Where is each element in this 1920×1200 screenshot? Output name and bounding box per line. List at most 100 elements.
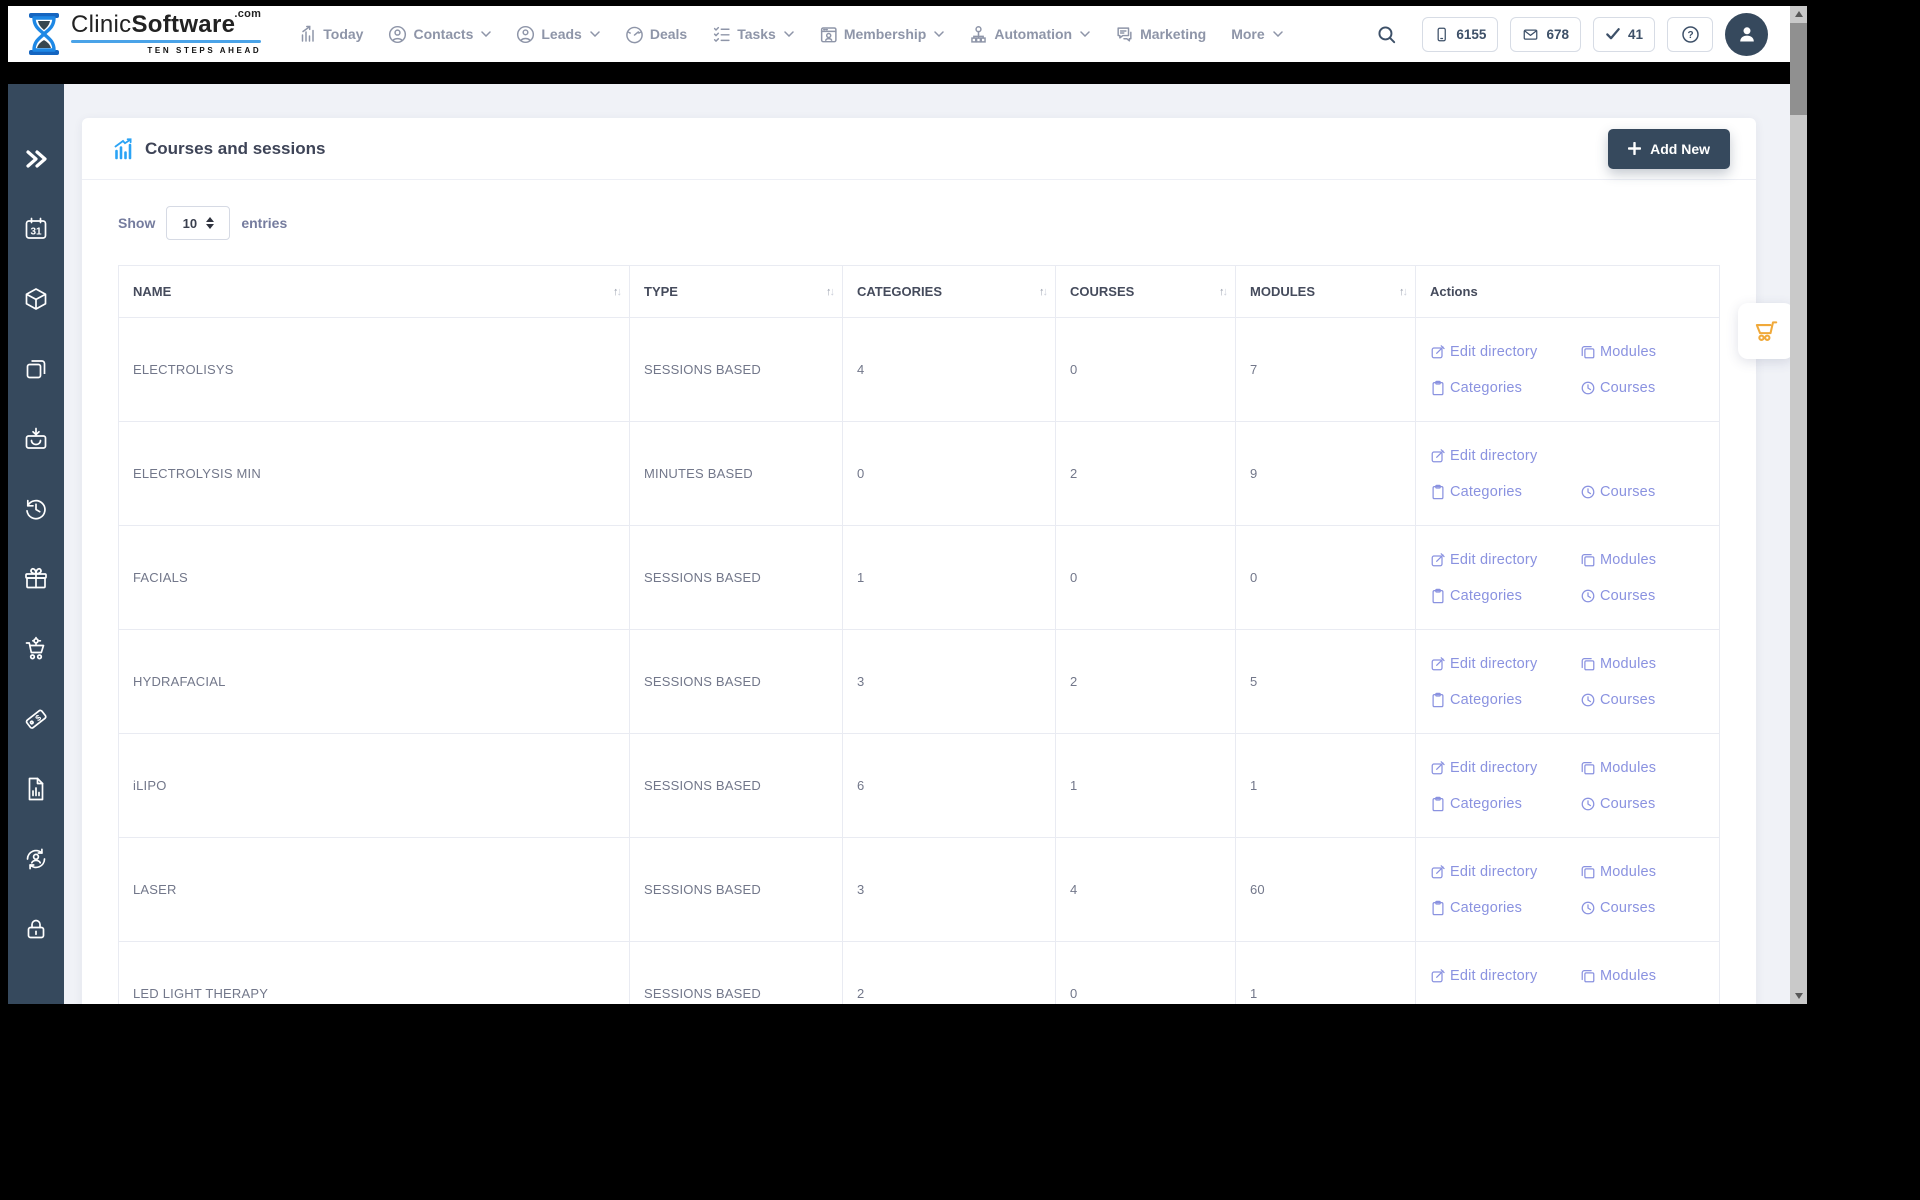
double-chevron-right-icon[interactable] — [8, 124, 64, 194]
history-icon[interactable] — [8, 474, 64, 544]
scrollbar-thumb[interactable] — [1790, 23, 1807, 115]
help-button[interactable]: ? — [1667, 16, 1713, 52]
edit-directory-link[interactable]: Edit directory — [1430, 656, 1580, 672]
edit-directory-link[interactable]: Edit directory — [1430, 760, 1580, 776]
modules-link[interactable]: Modules — [1580, 968, 1705, 984]
edit-icon — [1430, 864, 1446, 880]
nav-item-marketing[interactable]: Marketing — [1115, 25, 1206, 44]
help-icon: ? — [1681, 25, 1699, 43]
column-header-name[interactable]: NAME ↑↓ — [118, 265, 630, 318]
analytics-icon — [114, 137, 132, 159]
courses-card: Courses and sessions Add New Show 10 ent… — [82, 118, 1756, 1004]
cart-icon — [1755, 321, 1778, 341]
nav-item-today[interactable]: Today — [299, 25, 363, 43]
courses-link[interactable]: Courses — [1580, 796, 1705, 812]
edit-directory-link[interactable]: Edit directory — [1430, 448, 1580, 464]
modules-link[interactable]: Modules — [1580, 344, 1705, 360]
calls-badge[interactable]: 6155 — [1422, 16, 1499, 52]
page-size-select[interactable]: 10 — [166, 206, 231, 240]
type-cell: SESSIONS BASED — [629, 837, 843, 942]
categories-link[interactable]: Categories — [1430, 380, 1580, 396]
lock-icon[interactable] — [8, 894, 64, 964]
nav-item-tasks[interactable]: Tasks — [712, 25, 794, 44]
categories-link[interactable]: Categories — [1430, 1004, 1580, 1005]
modules-cell: 1 — [1235, 941, 1416, 1004]
courses-link[interactable]: Courses — [1580, 380, 1705, 396]
tasks-badge[interactable]: 41 — [1592, 16, 1655, 52]
categories-cell: 3 — [842, 837, 1056, 942]
add-new-button[interactable]: Add New — [1608, 128, 1730, 169]
categories-link[interactable]: Categories — [1430, 588, 1580, 604]
gift-icon[interactable] — [8, 544, 64, 614]
modules-link[interactable]: Modules — [1580, 864, 1705, 880]
nav-item-automation[interactable]: Automation — [969, 25, 1090, 44]
person-circle-icon — [517, 25, 535, 43]
modules-cell: 7 — [1235, 317, 1416, 422]
modules-cell: 9 — [1235, 421, 1416, 526]
card-body: Show 10 entries NAME ↑↓ TYPE ↑↓ CATEGORI… — [82, 180, 1756, 1004]
scroll-down-arrow-icon[interactable] — [1790, 988, 1807, 1004]
copy-icon[interactable] — [8, 334, 64, 404]
modules-link[interactable]: Modules — [1580, 552, 1705, 568]
courses-icon — [1580, 900, 1596, 916]
user-icon — [1739, 27, 1754, 42]
report-document-icon[interactable] — [8, 754, 64, 824]
edit-directory-link[interactable]: Edit directory — [1430, 968, 1580, 984]
courses-link[interactable]: Courses — [1580, 484, 1705, 500]
type-cell: SESSIONS BASED — [629, 941, 843, 1004]
search-icon[interactable] — [1377, 25, 1396, 44]
price-tag-icon[interactable]: $ — [8, 684, 64, 754]
svg-text:31: 31 — [30, 227, 42, 238]
courses-cell: 0 — [1055, 317, 1236, 422]
brand-logo[interactable]: ClinicSoftware .com TEN STEPS AHEAD — [24, 9, 262, 56]
scroll-up-arrow-icon[interactable] — [1790, 6, 1807, 22]
cube-icon[interactable] — [8, 264, 64, 334]
courses-link[interactable]: Courses — [1580, 692, 1705, 708]
modules-link[interactable]: Modules — [1580, 760, 1705, 776]
modules-cell: 5 — [1235, 629, 1416, 734]
categories-link[interactable]: Categories — [1430, 900, 1580, 916]
main-content: Courses and sessions Add New Show 10 ent… — [64, 84, 1790, 1004]
column-header-modules[interactable]: MODULES ↑↓ — [1235, 265, 1416, 318]
edit-directory-link[interactable]: Edit directory — [1430, 864, 1580, 880]
cart-gear-icon[interactable] — [8, 614, 64, 684]
vertical-scrollbar[interactable] — [1790, 6, 1807, 1004]
courses-table: NAME ↑↓ TYPE ↑↓ CATEGORIES ↑↓ COURSES ↑↓ MOD… — [118, 265, 1720, 1004]
column-header-categories[interactable]: CATEGORIES ↑↓ — [842, 265, 1056, 318]
column-header-actions: Actions — [1415, 265, 1720, 318]
name-cell: FACIALS — [118, 525, 630, 630]
categories-link[interactable]: Categories — [1430, 692, 1580, 708]
page-size-row: Show 10 entries — [118, 206, 1720, 240]
modules-link[interactable]: Modules — [1580, 656, 1705, 672]
sort-icon: ↑↓ — [1399, 285, 1408, 298]
topbar-actions: 6155 678 41 ? — [1377, 12, 1768, 56]
courses-link[interactable]: Courses — [1580, 1004, 1705, 1005]
actions-cell: Edit directory Categories Courses — [1415, 421, 1720, 526]
avatar[interactable] — [1725, 12, 1768, 56]
cash-register-icon[interactable] — [8, 404, 64, 474]
nav-item-membership[interactable]: Membership — [819, 25, 945, 44]
courses-icon — [1580, 588, 1596, 604]
categories-link[interactable]: Categories — [1430, 796, 1580, 812]
nav-item-leads[interactable]: Leads — [516, 25, 600, 44]
courses-link[interactable]: Courses — [1580, 588, 1705, 604]
column-header-courses[interactable]: COURSES ↑↓ — [1055, 265, 1236, 318]
user-sync-icon[interactable] — [8, 824, 64, 894]
nav-item-deals[interactable]: Deals — [625, 25, 687, 44]
card-header: Courses and sessions Add New — [82, 118, 1756, 180]
nav-item-more[interactable]: More — [1231, 26, 1283, 42]
table-row: FACIALS SESSIONS BASED 1 0 0 Edit direct… — [118, 525, 1720, 630]
calendar-icon[interactable]: 31 — [8, 194, 64, 264]
courses-link[interactable]: Courses — [1580, 900, 1705, 916]
column-header-type[interactable]: TYPE ↑↓ — [629, 265, 843, 318]
modules-icon — [1580, 344, 1596, 360]
table-row: HYDRAFACIAL SESSIONS BASED 3 2 5 Edit di… — [118, 629, 1720, 734]
edit-directory-link[interactable]: Edit directory — [1430, 552, 1580, 568]
categories-link[interactable]: Categories — [1430, 484, 1580, 500]
mail-badge[interactable]: 678 — [1510, 16, 1581, 52]
cart-shortcut-button[interactable] — [1738, 303, 1794, 359]
modules-icon — [1580, 864, 1596, 880]
nav-item-contacts[interactable]: Contacts — [388, 25, 492, 44]
edit-directory-link[interactable]: Edit directory — [1430, 344, 1580, 360]
actions-cell: Edit directory Modules Categories Course… — [1415, 629, 1720, 734]
